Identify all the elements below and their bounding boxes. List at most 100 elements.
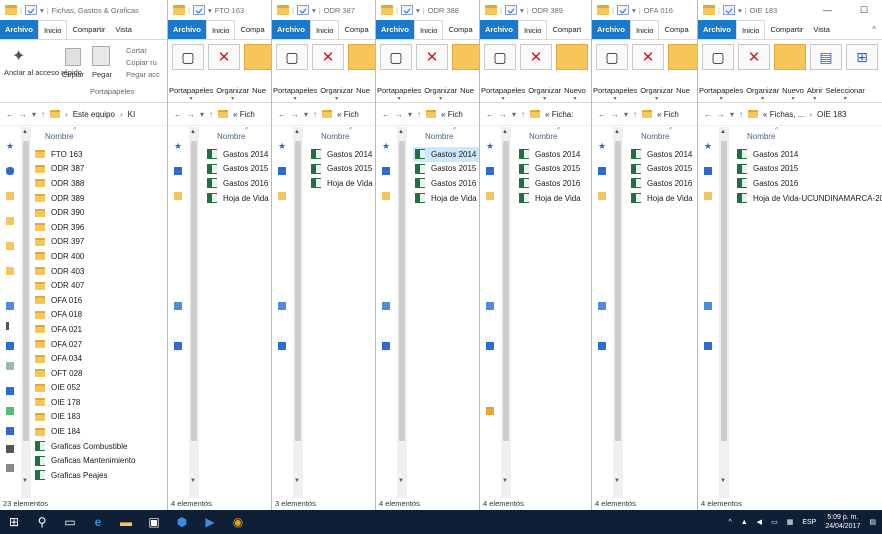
quick-access-star-icon[interactable]: ★ <box>598 141 606 151</box>
forward-arrow-icon[interactable]: → <box>19 110 27 119</box>
back-arrow-icon[interactable]: ← <box>382 110 390 119</box>
tab-archivo[interactable]: Archivo <box>0 20 38 39</box>
tab-compartir[interactable]: Compartir <box>765 20 808 39</box>
column-header-name[interactable]: ^ Nombre <box>517 127 591 147</box>
vertical-scrollbar[interactable]: ▲ ▼ <box>293 127 303 498</box>
title-bar[interactable]: | ▾ | OIE 183 — ☐ <box>698 0 882 20</box>
onedrive-icon[interactable] <box>6 167 14 175</box>
list-item[interactable]: OFA 018 <box>33 308 167 323</box>
list-item[interactable]: Gastos 2014 <box>309 147 375 162</box>
clipboard-button[interactable]: ▢ <box>172 44 204 70</box>
delete-button[interactable]: ✕ <box>208 44 240 70</box>
quick-access-star-icon[interactable]: ★ <box>382 141 390 151</box>
list-item[interactable]: OIE 184 <box>33 424 167 439</box>
explorer-window-oie183[interactable]: | ▾ | OIE 183 — ☐ Archivo Inicio Compart… <box>697 0 882 510</box>
folder-icon[interactable] <box>278 192 286 200</box>
explorer-window-fto163[interactable]: | ▾ FTO 163 Archivo Inicio Compa ▢ ✕ Por… <box>167 0 271 510</box>
clipboard-button[interactable]: ▢ <box>484 44 516 70</box>
scroll-up-icon[interactable]: ▲ <box>502 129 508 135</box>
explorer-window-odr387[interactable]: | ▾ | ODR 387 Archivo Inicio Compa ▢ ✕ P… <box>271 0 375 510</box>
scroll-down-icon[interactable]: ▼ <box>190 478 196 484</box>
keyboard-icon[interactable]: ▦ <box>787 518 794 526</box>
vertical-scrollbar[interactable]: ▲ ▼ <box>397 127 407 498</box>
address-bar[interactable]: ← → ▾ ↑ › Este equipo › KI <box>0 103 167 126</box>
media-player-icon[interactable]: ▶ <box>196 510 224 534</box>
tab-inicio[interactable]: Inicio <box>413 20 444 39</box>
tab-inicio[interactable]: Inicio <box>309 20 340 39</box>
forward-arrow-icon[interactable]: → <box>611 110 619 119</box>
scroll-up-icon[interactable]: ▲ <box>614 129 620 135</box>
up-arrow-icon[interactable]: ↑ <box>41 110 45 119</box>
onedrive-icon[interactable] <box>174 167 182 175</box>
chevron-down-icon[interactable]: ▾ <box>632 6 636 15</box>
list-item[interactable]: Hoja de Vida-UCUNDINAMARCA-20 <box>735 191 882 206</box>
explorer-window-main[interactable]: | ▾ | Fichas, Gastos & Graficas Archivo … <box>0 0 167 510</box>
tab-compartir[interactable]: Compa <box>339 20 373 39</box>
scroll-thumb[interactable] <box>295 141 301 441</box>
paste-icon[interactable] <box>92 46 110 66</box>
volume-icon[interactable]: ◀ <box>757 518 762 526</box>
properties-icon[interactable] <box>722 5 735 15</box>
breadcrumb-item[interactable]: OIE 183 <box>817 110 846 119</box>
store-icon[interactable]: ▣ <box>140 510 168 534</box>
quick-access-star-icon[interactable]: ★ <box>278 141 286 151</box>
start-windows-icon[interactable]: ⊞ <box>0 510 28 534</box>
new-folder-button[interactable] <box>452 44 479 70</box>
properties-icon[interactable] <box>192 5 205 15</box>
properties-icon[interactable] <box>400 5 413 15</box>
forward-arrow-icon[interactable]: → <box>187 110 195 119</box>
scroll-down-icon[interactable]: ▼ <box>614 478 620 484</box>
up-arrow-icon[interactable]: ↑ <box>739 110 743 119</box>
music-icon[interactable] <box>486 407 494 415</box>
navigation-pane[interactable]: ★ <box>480 127 501 498</box>
network-icon[interactable]: ▲ <box>741 519 748 526</box>
pin-icon[interactable]: ✦ <box>12 46 25 66</box>
breadcrumb-item[interactable]: « Ficha: <box>545 110 573 119</box>
this-pc-icon[interactable] <box>278 302 286 310</box>
list-item[interactable]: OIE 052 <box>33 381 167 396</box>
list-item[interactable]: ODR 396 <box>33 220 167 235</box>
list-item[interactable]: ODR 388 <box>33 176 167 191</box>
minimize-icon[interactable]: — <box>823 5 832 16</box>
quick-access-star-icon[interactable]: ★ <box>704 141 712 151</box>
breadcrumb-item[interactable]: KI <box>128 110 136 119</box>
address-bar[interactable]: ← → ▾ ↑ « Ficha: <box>480 103 591 126</box>
open-button[interactable]: ▤ <box>810 44 842 70</box>
tab-compartir[interactable]: Compa <box>235 20 269 39</box>
tab-archivo[interactable]: Archivo <box>168 20 206 39</box>
quick-access-star-icon[interactable]: ★ <box>6 141 14 151</box>
folder-icon[interactable] <box>382 192 390 200</box>
list-item[interactable]: Gastos 2016 <box>517 176 591 191</box>
properties-icon[interactable] <box>24 5 37 15</box>
list-item[interactable]: Gastos 2016 <box>413 176 479 191</box>
title-bar[interactable]: | ▾ | ODR 387 <box>272 0 375 20</box>
list-item[interactable]: ODR 403 <box>33 264 167 279</box>
folder-icon[interactable] <box>486 192 494 200</box>
list-item[interactable]: Gastos 2015 <box>205 162 271 177</box>
scroll-up-icon[interactable]: ▲ <box>720 129 726 135</box>
delete-button[interactable]: ✕ <box>520 44 552 70</box>
column-header-name[interactable]: ^ Nombre <box>309 127 375 147</box>
title-bar[interactable]: | ▾ | ODR 388 <box>376 0 479 20</box>
downloads-icon[interactable] <box>486 342 494 350</box>
shield-icon[interactable]: ⬢ <box>168 510 196 534</box>
back-arrow-icon[interactable]: ← <box>598 110 606 119</box>
properties-icon[interactable] <box>296 5 309 15</box>
drive-icon[interactable] <box>6 464 14 472</box>
list-item[interactable]: FTO 163 <box>33 147 167 162</box>
list-item[interactable]: OFT 028 <box>33 366 167 381</box>
forward-arrow-icon[interactable]: → <box>291 110 299 119</box>
chevron-down-icon[interactable]: ▾ <box>730 110 734 119</box>
scroll-down-icon[interactable]: ▼ <box>294 478 300 484</box>
folder-icon[interactable] <box>6 217 14 225</box>
tab-archivo[interactable]: Archivo <box>698 20 736 39</box>
up-arrow-icon[interactable]: ↑ <box>633 110 637 119</box>
navigation-pane[interactable]: ★ <box>698 127 719 498</box>
chevron-up-icon[interactable]: ^ <box>728 519 731 526</box>
chevron-down-icon[interactable]: ▾ <box>416 6 420 15</box>
folder-icon[interactable] <box>174 192 182 200</box>
this-pc-icon[interactable] <box>174 302 182 310</box>
list-item[interactable]: Gastos 2014 <box>735 147 882 162</box>
navigation-pane[interactable]: ★ <box>272 127 293 498</box>
list-item[interactable]: Gastos 2015 <box>517 162 591 177</box>
